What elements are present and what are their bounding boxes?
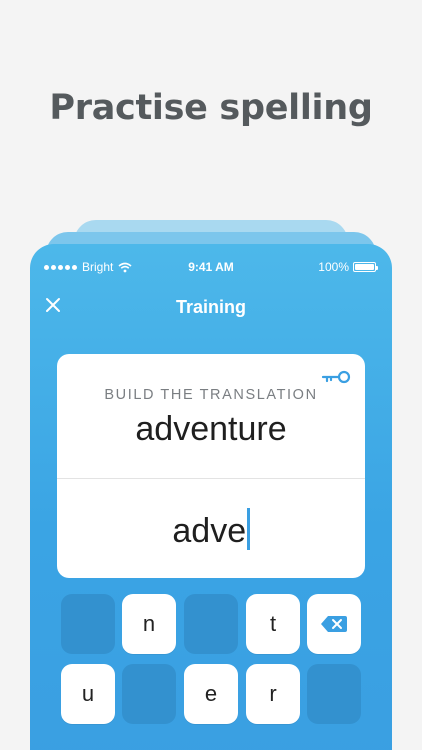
battery-info: 100% — [318, 260, 378, 274]
battery-percent: 100% — [318, 260, 349, 274]
letter-key-used — [122, 664, 176, 724]
source-word: adventure — [135, 410, 287, 448]
letter-key[interactable]: t — [246, 594, 300, 654]
card-divider — [57, 478, 365, 479]
nav-title: Training — [175, 297, 246, 317]
typed-answer: adve — [172, 512, 247, 550]
battery-icon — [353, 262, 378, 272]
letter-key-used — [184, 594, 238, 654]
letter-key[interactable]: e — [184, 664, 238, 724]
phone-screen: Bright 9:41 AM 100% Training BUILD THE T… — [30, 244, 392, 750]
backspace-icon — [321, 616, 347, 632]
status-bar: Bright 9:41 AM 100% — [30, 258, 392, 276]
backspace-button[interactable] — [307, 594, 361, 654]
prompt-label: BUILD THE TRANSLATION — [104, 387, 318, 403]
translation-card: BUILD THE TRANSLATION adventure adve — [57, 354, 365, 578]
letter-key[interactable]: u — [61, 664, 115, 724]
letter-key-used — [307, 664, 361, 724]
text-caret — [247, 508, 250, 550]
letter-key[interactable]: r — [246, 664, 300, 724]
answer-field[interactable]: adve — [57, 508, 365, 551]
page-headline: Practise spelling — [49, 88, 373, 128]
letter-key-used — [61, 594, 115, 654]
key-icon[interactable] — [321, 370, 351, 384]
letter-key[interactable]: n — [122, 594, 176, 654]
navigation-bar: Training — [30, 292, 392, 322]
